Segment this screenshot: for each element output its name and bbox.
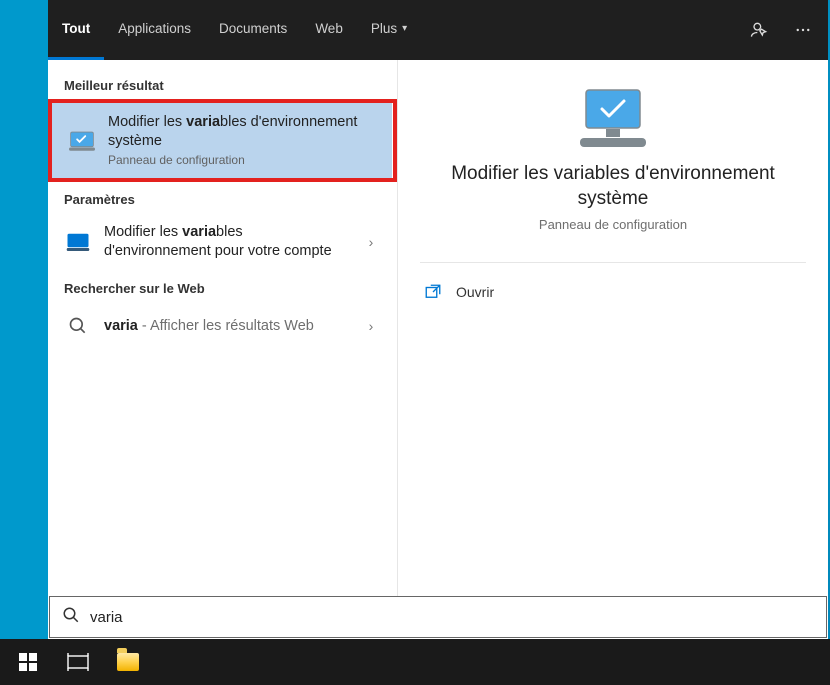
search-tabs: Tout Applications Documents Web Plus ▾ xyxy=(48,0,828,60)
tab-web-label: Web xyxy=(315,21,343,36)
feedback-button[interactable] xyxy=(740,0,778,60)
chevron-down-icon: ▾ xyxy=(402,23,407,34)
section-web: Rechercher sur le Web xyxy=(48,271,397,302)
result-text-block: Modifier les variables d'environnement s… xyxy=(108,113,376,168)
result-title: Modifier les variables d'environnement s… xyxy=(108,113,376,151)
detail-icon xyxy=(438,88,788,150)
tab-more-label: Plus xyxy=(371,21,397,36)
chevron-right-icon: › xyxy=(361,318,381,334)
search-input-bar[interactable] xyxy=(49,596,827,638)
result-env-vars-system[interactable]: Modifier les variables d'environnement s… xyxy=(52,103,392,178)
detail-subtitle: Panneau de configuration xyxy=(438,217,788,232)
folder-icon xyxy=(117,653,139,671)
desktop-left-accent xyxy=(0,0,48,685)
search-icon xyxy=(62,606,80,629)
chevron-right-icon: › xyxy=(361,234,381,250)
task-view-button[interactable] xyxy=(54,639,102,685)
start-button[interactable] xyxy=(4,639,52,685)
result-env-vars-user[interactable]: Modifier les variables d'environnement p… xyxy=(48,213,397,271)
result-text-block: Modifier les variables d'environnement p… xyxy=(104,223,349,261)
result-subtitle: Panneau de configuration xyxy=(108,153,376,169)
options-button[interactable] xyxy=(784,0,822,60)
detail-actions: Ouvrir xyxy=(398,263,828,321)
tab-more[interactable]: Plus ▾ xyxy=(357,0,421,60)
monitor-icon xyxy=(68,127,96,155)
desktop: Tout Applications Documents Web Plus ▾ Me… xyxy=(0,0,830,685)
search-input[interactable] xyxy=(90,609,814,626)
search-main: Meilleur résultat Modifier l xyxy=(48,60,828,596)
search-results-panel: Tout Applications Documents Web Plus ▾ Me… xyxy=(48,0,828,639)
taskbar xyxy=(0,639,830,685)
result-web-search[interactable]: varia - Afficher les résultats Web › xyxy=(48,302,397,350)
action-open-label: Ouvrir xyxy=(456,284,494,300)
tab-all[interactable]: Tout xyxy=(48,0,104,60)
action-open[interactable]: Ouvrir xyxy=(398,271,828,313)
section-settings: Paramètres xyxy=(48,182,397,213)
open-icon xyxy=(424,283,442,301)
result-title: Modifier les variables d'environnement p… xyxy=(104,223,349,261)
search-icon xyxy=(64,312,92,340)
tab-all-label: Tout xyxy=(62,21,90,36)
emphasis-border: Modifier les variables d'environnement s… xyxy=(48,99,397,182)
detail-hero: Modifier les variables d'environnement s… xyxy=(398,60,828,256)
result-title: varia - Afficher les résultats Web xyxy=(104,317,349,336)
tab-applications-label: Applications xyxy=(118,21,191,36)
detail-pane: Modifier les variables d'environnement s… xyxy=(398,60,828,596)
monitor-icon xyxy=(64,228,92,256)
tab-documents-label: Documents xyxy=(219,21,287,36)
results-list: Meilleur résultat Modifier l xyxy=(48,60,398,596)
section-best-result: Meilleur résultat xyxy=(48,68,397,99)
tab-web[interactable]: Web xyxy=(301,0,357,60)
tab-documents[interactable]: Documents xyxy=(205,0,301,60)
file-explorer-taskbar[interactable] xyxy=(104,639,152,685)
tab-applications[interactable]: Applications xyxy=(104,0,205,60)
tabs-right-actions xyxy=(740,0,822,60)
detail-title: Modifier les variables d'environnement s… xyxy=(438,162,788,211)
result-text-block: varia - Afficher les résultats Web xyxy=(104,317,349,336)
